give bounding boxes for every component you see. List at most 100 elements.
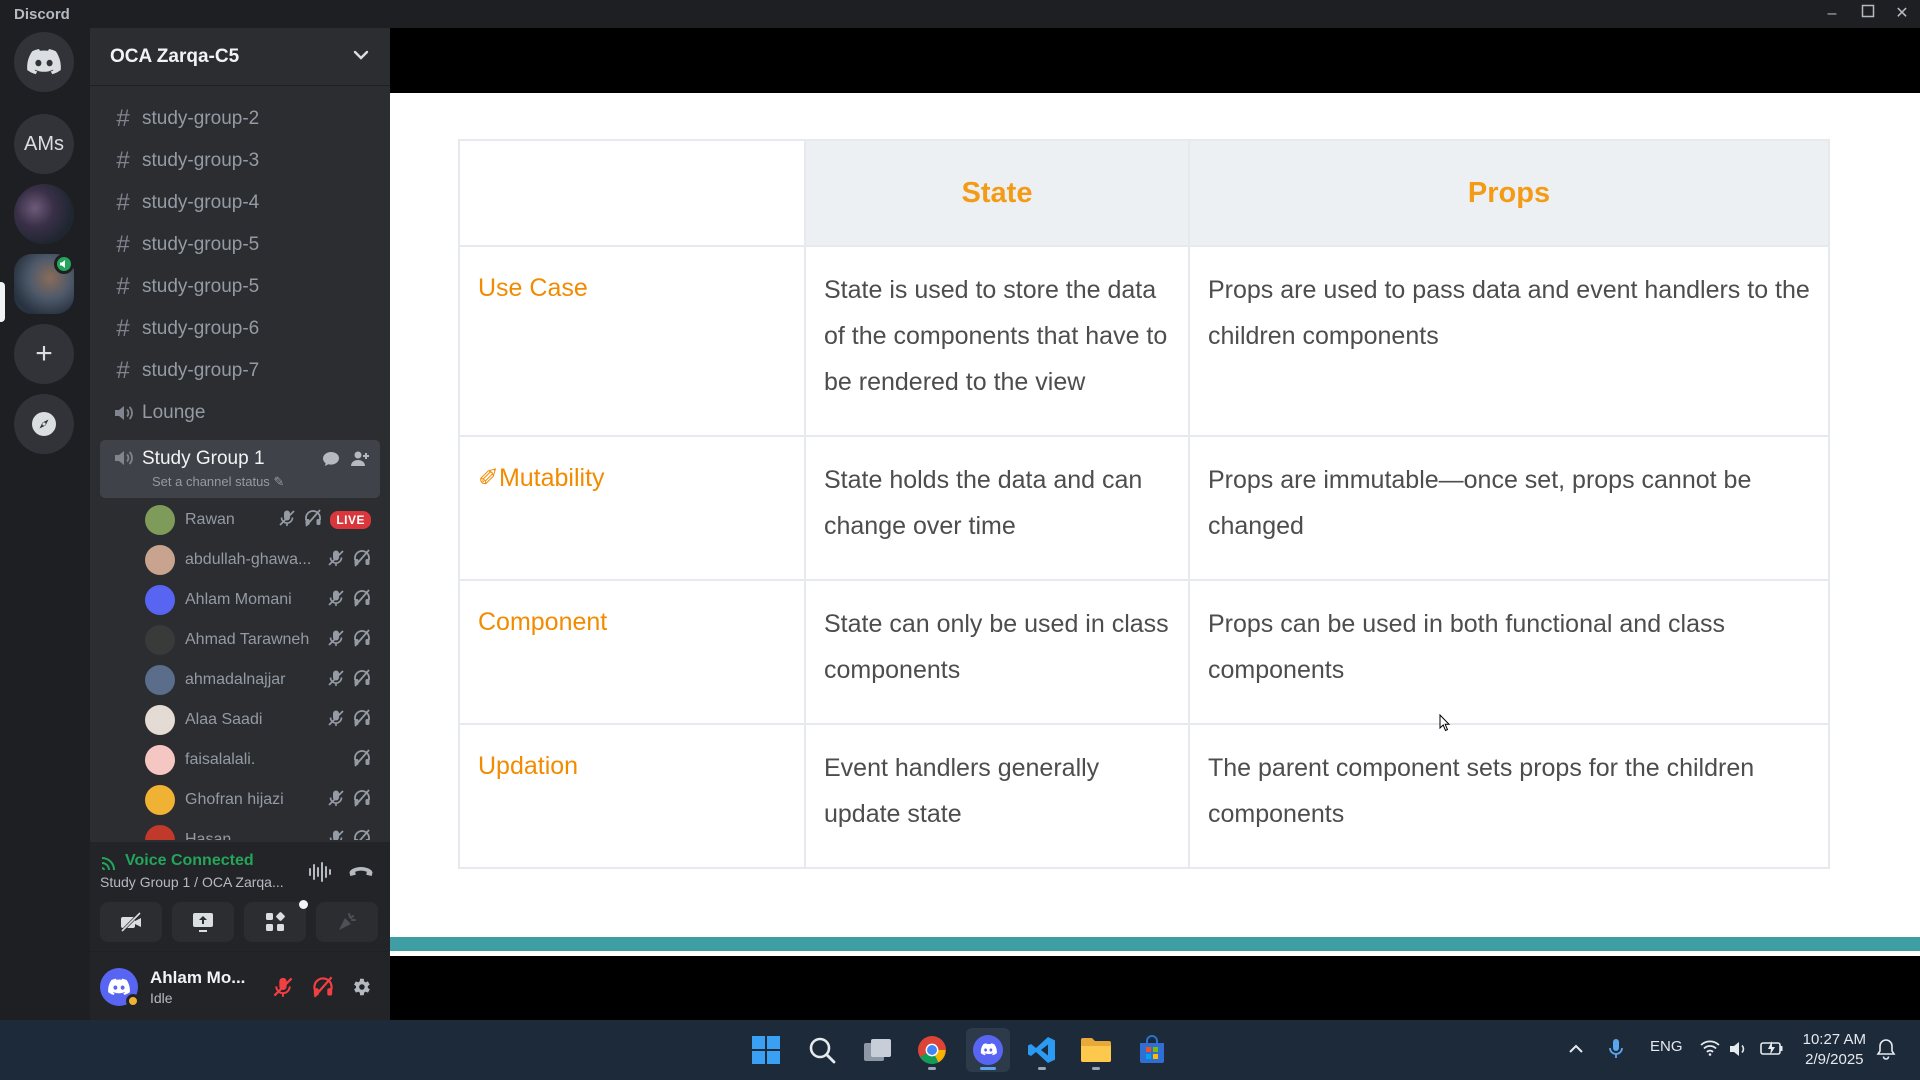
member-name: ahmadalnajjar bbox=[185, 671, 286, 688]
table-row: Use Case State is used to store the data… bbox=[458, 245, 1830, 437]
folder-icon bbox=[1081, 1038, 1111, 1062]
voice-connected-label[interactable]: Voice Connected bbox=[125, 852, 254, 870]
user-name[interactable]: Ahlam Mo... bbox=[150, 968, 245, 988]
stream-viewer[interactable]: State Props Use Case State is used to st… bbox=[390, 28, 1920, 1020]
table-header-props: Props bbox=[1188, 139, 1830, 247]
soundboard-button[interactable] bbox=[316, 902, 378, 942]
invite-member-icon[interactable] bbox=[350, 450, 370, 468]
state-cell: State is used to store the data of the c… bbox=[804, 245, 1190, 437]
start-button[interactable] bbox=[744, 1028, 788, 1072]
notification-dot bbox=[299, 900, 308, 909]
state-cell: State holds the data and can change over… bbox=[804, 435, 1190, 581]
channel-study-group-5-second[interactable]: # study-group-5 bbox=[100, 268, 380, 306]
user-panel: Ahlam Mo... Idle bbox=[90, 952, 390, 1020]
guild-header[interactable]: OCA Zarqa-C5 bbox=[90, 28, 390, 86]
discover-button[interactable] bbox=[14, 394, 74, 454]
voice-member[interactable]: faisalalali. bbox=[145, 742, 385, 778]
state-cell: Event handlers generally update state bbox=[804, 723, 1190, 869]
deafened-icon bbox=[353, 588, 371, 612]
user-settings-button[interactable] bbox=[346, 972, 376, 1002]
channel-lounge[interactable]: Lounge bbox=[100, 394, 380, 432]
channel-study-group-2[interactable]: # study-group-2 bbox=[100, 100, 380, 138]
channel-study-group-6[interactable]: # study-group-6 bbox=[100, 310, 380, 348]
chrome-taskbar-button[interactable] bbox=[910, 1028, 954, 1072]
pencil-icon: ✎ bbox=[273, 474, 285, 489]
voice-channel-path[interactable]: Study Group 1 / OCA Zarqa... bbox=[100, 874, 290, 890]
props-cell: Props are used to pass data and event ha… bbox=[1188, 245, 1830, 437]
notification-bell-icon[interactable] bbox=[1876, 1038, 1896, 1060]
server-ams[interactable]: AMs bbox=[14, 114, 74, 174]
voice-member[interactable]: Hasan bbox=[145, 822, 385, 840]
voice-member[interactable]: Ghofran hijazi bbox=[145, 782, 385, 818]
shared-slide: State Props Use Case State is used to st… bbox=[390, 93, 1920, 956]
running-indicator bbox=[1092, 1067, 1100, 1070]
vscode-icon bbox=[1028, 1037, 1055, 1063]
battery-charging-icon[interactable] bbox=[1760, 1040, 1784, 1056]
deafened-icon bbox=[304, 508, 322, 532]
deafened-icon bbox=[313, 976, 333, 998]
mute-button[interactable] bbox=[268, 972, 298, 1002]
noise-suppression-icon[interactable] bbox=[308, 862, 332, 882]
disconnect-icon[interactable] bbox=[348, 864, 374, 880]
deafened-icon bbox=[353, 828, 371, 840]
store-taskbar-button[interactable] bbox=[1130, 1028, 1174, 1072]
set-channel-status-link[interactable]: Set a channel status ✎ bbox=[152, 474, 284, 490]
task-view-button[interactable] bbox=[856, 1028, 900, 1072]
windows-logo-icon bbox=[752, 1036, 780, 1064]
add-server-button[interactable]: + bbox=[14, 324, 74, 384]
channel-study-group-1[interactable]: Study Group 1 Set a channel status ✎ bbox=[100, 440, 380, 498]
microphone-icon[interactable] bbox=[1608, 1038, 1624, 1060]
volume-icon[interactable] bbox=[1728, 1040, 1748, 1058]
channel-status-placeholder: Set a channel status bbox=[152, 474, 270, 489]
chat-bubble-icon[interactable] bbox=[322, 450, 340, 468]
channel-study-group-3[interactable]: # study-group-3 bbox=[100, 142, 380, 180]
taskbar-search-button[interactable] bbox=[800, 1028, 844, 1072]
voice-member[interactable]: Ahmad Tarawneh bbox=[145, 622, 385, 658]
mouse-cursor-icon bbox=[1439, 714, 1451, 732]
app-title: Discord bbox=[14, 6, 70, 23]
mic-muted-icon bbox=[327, 709, 345, 732]
member-name: faisalalali. bbox=[185, 751, 256, 768]
file-explorer-taskbar-button[interactable] bbox=[1074, 1028, 1118, 1072]
voice-member[interactable]: Alaa Saadi bbox=[145, 702, 385, 738]
voice-member[interactable]: ahmadalnajjar bbox=[145, 662, 385, 698]
language-indicator[interactable]: ENG bbox=[1650, 1038, 1683, 1055]
close-window-button[interactable]: ✕ bbox=[1884, 0, 1920, 28]
vscode-taskbar-button[interactable] bbox=[1020, 1028, 1064, 1072]
deafened-icon bbox=[353, 628, 371, 652]
activities-button[interactable] bbox=[244, 900, 308, 942]
voice-member[interactable]: Ahlam Momani bbox=[145, 582, 385, 618]
voice-member[interactable]: Rawan LIVE bbox=[145, 502, 385, 538]
table-header-blank bbox=[458, 139, 806, 247]
maximize-button[interactable] bbox=[1850, 0, 1886, 28]
camera-off-icon bbox=[120, 912, 142, 932]
chevron-up-icon[interactable] bbox=[1568, 1042, 1584, 1056]
screen-share-button[interactable] bbox=[172, 902, 234, 942]
minimize-button[interactable]: – bbox=[1814, 0, 1850, 28]
live-badge[interactable]: LIVE bbox=[330, 511, 371, 529]
speaker-icon bbox=[110, 448, 136, 468]
discord-taskbar-button[interactable] bbox=[966, 1028, 1010, 1072]
speaker-badge-icon bbox=[54, 254, 74, 274]
avatar bbox=[145, 665, 175, 695]
table-row: Component State can only be used in clas… bbox=[458, 579, 1830, 725]
hash-icon: # bbox=[116, 105, 130, 132]
search-icon bbox=[809, 1037, 836, 1064]
voice-member[interactable]: abdullah-ghawa... bbox=[145, 542, 385, 578]
compass-icon bbox=[32, 412, 56, 436]
table-row: Updation Event handlers generally update… bbox=[458, 723, 1830, 869]
camera-button[interactable] bbox=[100, 902, 162, 942]
system-clock[interactable]: 10:27 AM 2/9/2025 bbox=[1803, 1030, 1866, 1070]
server-photo-avatar[interactable] bbox=[14, 184, 74, 244]
table-row: ✐Mutability State holds the data and can… bbox=[458, 435, 1830, 581]
signal-strength-icon[interactable] bbox=[100, 852, 120, 870]
channel-label: study-group-4 bbox=[142, 192, 260, 213]
channel-study-group-7[interactable]: # study-group-7 bbox=[100, 352, 380, 390]
mic-muted-icon bbox=[327, 829, 345, 840]
direct-messages-button[interactable] bbox=[14, 32, 74, 92]
channel-study-group-5[interactable]: # study-group-5 bbox=[100, 226, 380, 264]
hash-icon: # bbox=[116, 189, 130, 216]
deafen-button[interactable] bbox=[308, 972, 338, 1002]
wifi-icon[interactable] bbox=[1700, 1040, 1720, 1056]
channel-study-group-4[interactable]: # study-group-4 bbox=[100, 184, 380, 222]
